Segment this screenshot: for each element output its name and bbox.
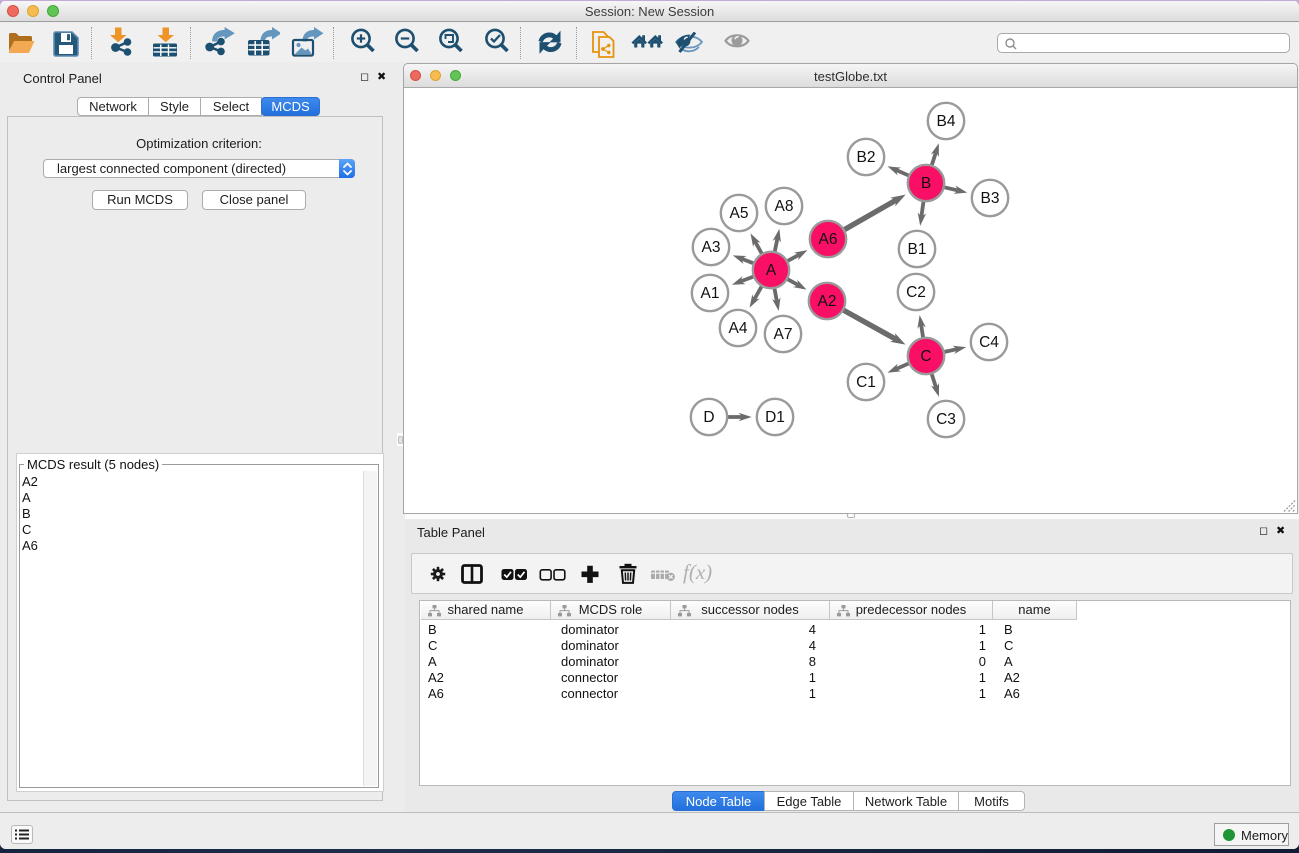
svg-text:C4: C4 (979, 334, 999, 351)
svg-text:C1: C1 (856, 374, 876, 391)
svg-text:A7: A7 (774, 326, 793, 343)
svg-text:B3: B3 (981, 190, 1000, 207)
svg-text:D: D (703, 409, 714, 426)
svg-text:C3: C3 (936, 411, 956, 428)
svg-text:C: C (920, 348, 931, 365)
svg-text:B1: B1 (908, 241, 927, 258)
svg-text:A1: A1 (701, 285, 720, 302)
svg-text:D1: D1 (765, 409, 785, 426)
svg-text:A6: A6 (819, 231, 838, 248)
svg-text:A8: A8 (775, 198, 794, 215)
svg-text:A2: A2 (818, 293, 837, 310)
svg-text:B: B (921, 175, 931, 192)
svg-text:B2: B2 (857, 149, 876, 166)
svg-text:C2: C2 (906, 284, 926, 301)
svg-text:B4: B4 (937, 113, 956, 130)
svg-text:A4: A4 (729, 320, 748, 337)
svg-text:A5: A5 (730, 205, 749, 222)
svg-text:A: A (766, 262, 777, 279)
svg-text:A3: A3 (702, 239, 721, 256)
